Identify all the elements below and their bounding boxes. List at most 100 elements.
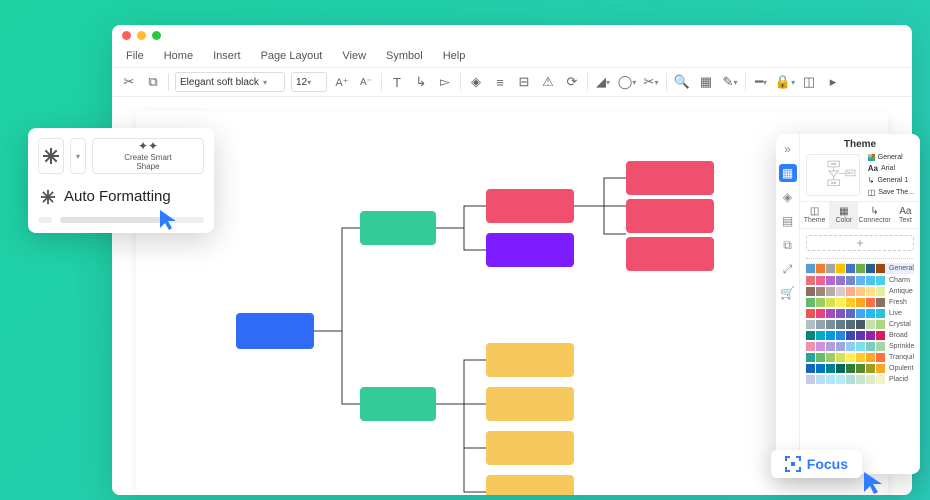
font-name: Elegant soft black (180, 77, 259, 88)
tab-color[interactable]: ▦Color (829, 202, 858, 228)
font-size-select[interactable]: 12 ▾ (291, 72, 327, 92)
line-style-icon[interactable]: ━▾ (752, 73, 770, 91)
overflow-icon[interactable]: ▸ (824, 73, 842, 91)
color-theme-label: Antique (889, 288, 913, 295)
cut-icon[interactable]: ✂ (120, 73, 138, 91)
node-green-2[interactable] (360, 387, 436, 421)
rail-expand-icon[interactable]: » (779, 140, 797, 158)
increase-font-icon[interactable]: A⁺ (333, 73, 351, 91)
node-pink-2[interactable] (626, 161, 714, 195)
menu-symbol[interactable]: Symbol (386, 50, 423, 62)
swatch (826, 375, 835, 384)
swatch (816, 353, 825, 362)
grid-icon[interactable]: ▦ (697, 73, 715, 91)
swatch (866, 276, 875, 285)
lock-icon[interactable]: 🔒▾ (776, 73, 794, 91)
color-theme-row[interactable]: General (806, 263, 914, 274)
node-pink-1[interactable] (486, 189, 574, 223)
swatch (846, 298, 855, 307)
rail-cart-icon[interactable]: 🛒 (779, 284, 797, 302)
tab-theme[interactable]: ◫Theme (800, 202, 829, 228)
swatch (856, 309, 865, 318)
node-green-1[interactable] (360, 211, 436, 245)
swatch (876, 276, 885, 285)
node-yellow-3[interactable] (486, 431, 574, 465)
shape-icon[interactable]: ◫ (800, 73, 818, 91)
color-theme-row[interactable]: Broad (806, 331, 914, 340)
color-theme-row[interactable]: Tranquil (806, 353, 914, 362)
add-theme-button[interactable]: + (806, 235, 914, 251)
rail-layer-icon[interactable]: ◈ (779, 188, 797, 206)
theme-body: Theme text text text General AaAr (800, 134, 920, 474)
menu-help[interactable]: Help (443, 50, 466, 62)
menu-page-layout[interactable]: Page Layout (261, 50, 323, 62)
color-theme-row[interactable]: Charm (806, 276, 914, 285)
color-theme-row[interactable]: Live (806, 309, 914, 318)
swatch (836, 264, 845, 273)
slider-min (38, 217, 52, 223)
color-theme-row[interactable]: Antique (806, 287, 914, 296)
rail-theme-icon[interactable]: ▦ (779, 164, 797, 182)
burst-dropdown[interactable]: ▾ (70, 138, 86, 174)
pointer-tool-icon[interactable]: ▻ (436, 73, 454, 91)
node-pink-4[interactable] (626, 237, 714, 271)
menu-home[interactable]: Home (164, 50, 193, 62)
menu-view[interactable]: View (342, 50, 366, 62)
rail-history-icon[interactable]: ⧉ (779, 236, 797, 254)
fill-color-icon[interactable]: ◢▾ (594, 73, 612, 91)
line-color-icon[interactable]: ◯▾ (618, 73, 636, 91)
auto-formatting-option[interactable]: Auto Formatting (38, 184, 204, 209)
rotate-icon[interactable]: ⟳ (563, 73, 581, 91)
create-smart-shape-button[interactable]: ✦✦ Create SmartShape (92, 138, 204, 174)
swatch (846, 342, 855, 351)
node-yellow-2[interactable] (486, 387, 574, 421)
layers-icon[interactable]: ◈ (467, 73, 485, 91)
swatch (816, 375, 825, 384)
separator (381, 73, 382, 91)
connector-tool-icon[interactable]: ↳ (412, 73, 430, 91)
menu-insert[interactable]: Insert (213, 50, 241, 62)
swatch (856, 364, 865, 373)
node-root[interactable] (236, 313, 314, 349)
swatch (836, 375, 845, 384)
tab-text[interactable]: AaText (891, 202, 920, 228)
node-purple[interactable] (486, 233, 574, 267)
distribute-icon[interactable]: ⊟ (515, 73, 533, 91)
slider-track[interactable] (60, 217, 204, 223)
swatch (846, 353, 855, 362)
text-tool-icon[interactable]: T (388, 73, 406, 91)
crop-icon[interactable]: ✂▾ (642, 73, 660, 91)
rail-expand2-icon[interactable]: ⤢ (779, 260, 797, 278)
burst-button[interactable] (38, 138, 64, 174)
search-icon[interactable]: 🔍 (673, 73, 691, 91)
warning-icon[interactable]: ⚠ (539, 73, 557, 91)
burst-icon (41, 189, 55, 203)
focus-icon (785, 456, 801, 472)
maximize-dot[interactable] (152, 31, 161, 40)
separator (460, 73, 461, 91)
theme-preview[interactable]: text text text (806, 154, 860, 196)
copy-icon[interactable]: ⧉ (144, 73, 162, 91)
node-yellow-4[interactable] (486, 475, 574, 495)
tab-connector[interactable]: ↳Connector (858, 202, 890, 228)
swatch (856, 342, 865, 351)
color-theme-row[interactable]: Placid (806, 375, 914, 384)
focus-button[interactable]: Focus (771, 450, 862, 478)
color-theme-row[interactable]: Fresh (806, 298, 914, 307)
pen-icon[interactable]: ✎▾ (721, 73, 739, 91)
node-pink-3[interactable] (626, 199, 714, 233)
color-theme-row[interactable]: Opulent (806, 364, 914, 373)
auto-format-popup: ▾ ✦✦ Create SmartShape Auto Formatting (28, 128, 214, 233)
color-theme-row[interactable]: Crystal (806, 320, 914, 329)
menu-file[interactable]: File (126, 50, 144, 62)
align-icon[interactable]: ≡ (491, 73, 509, 91)
rail-page-icon[interactable]: ▤ (779, 212, 797, 230)
color-theme-label: Charm (889, 277, 910, 284)
color-theme-row[interactable]: Sprinkle (806, 342, 914, 351)
minimize-dot[interactable] (137, 31, 146, 40)
close-dot[interactable] (122, 31, 131, 40)
font-select[interactable]: Elegant soft black ▾ (175, 72, 285, 92)
swatch (866, 353, 875, 362)
decrease-font-icon[interactable]: A⁻ (357, 73, 375, 91)
node-yellow-1[interactable] (486, 343, 574, 377)
